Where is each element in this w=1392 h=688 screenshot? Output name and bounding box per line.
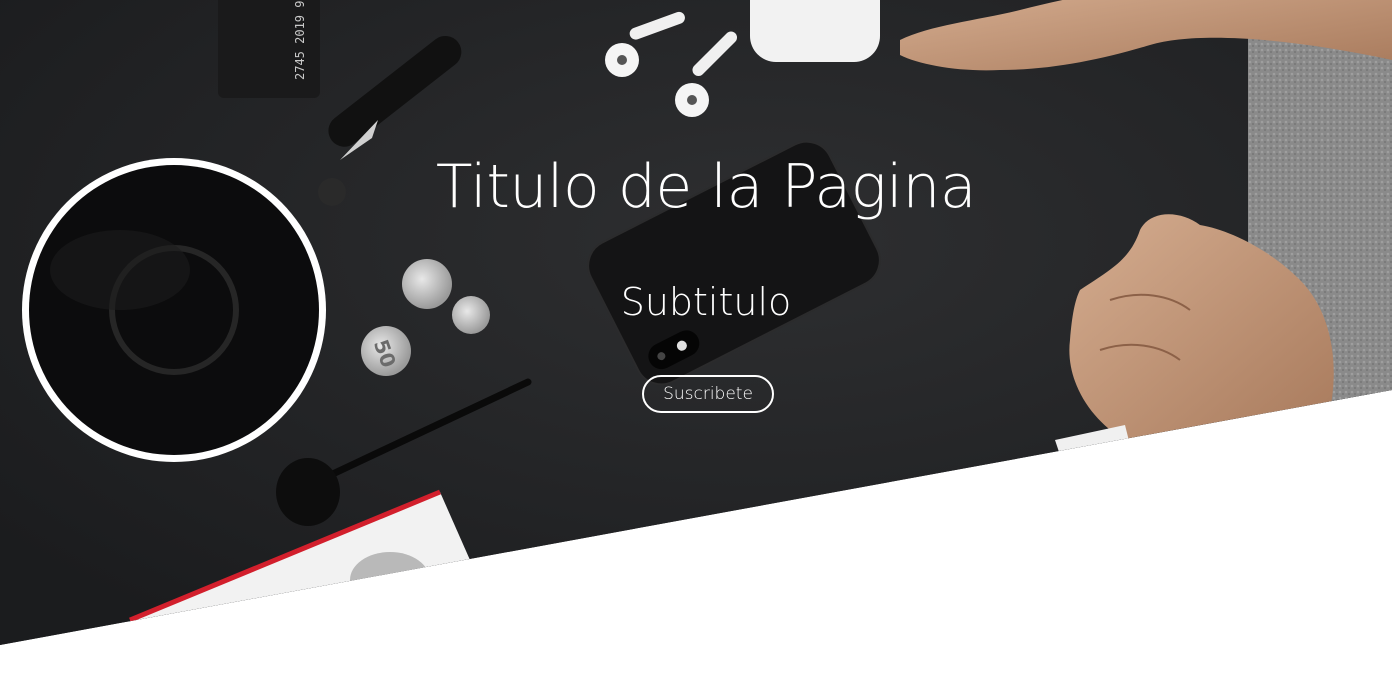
svg-text:2745 2019 9: 2745 2019 9 bbox=[293, 1, 307, 80]
hero-section: 2745 2019 9 50 Titulo de la Pagina Subti… bbox=[0, 0, 1392, 688]
page-subtitle: Subtitulo bbox=[620, 280, 792, 324]
earbuds-case bbox=[750, 0, 880, 62]
desk-scene-illustration: 2745 2019 9 50 bbox=[0, 0, 1392, 645]
hero-background-photo: 2745 2019 9 50 bbox=[0, 0, 1392, 645]
page-title: Titulo de la Pagina bbox=[435, 152, 977, 222]
subscribe-button[interactable]: Suscribete bbox=[642, 375, 774, 413]
